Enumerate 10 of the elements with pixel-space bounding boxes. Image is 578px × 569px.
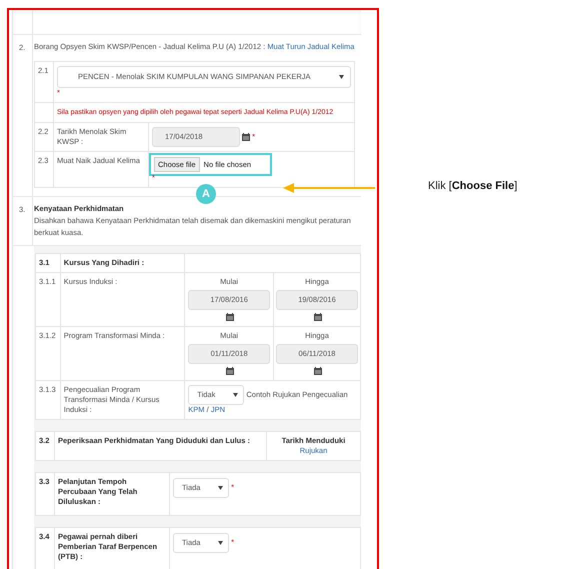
caret-icon: [233, 393, 238, 397]
caret-icon: [339, 75, 344, 79]
instruction-label: Klik [Choose File]: [428, 180, 518, 192]
caret-icon: [218, 486, 223, 490]
calendar-icon[interactable]: [242, 133, 250, 142]
calendar-icon[interactable]: [226, 313, 234, 322]
caret-icon: [218, 541, 223, 545]
calendar-icon[interactable]: [314, 367, 322, 376]
calendar-icon[interactable]: [314, 313, 322, 322]
calendar-icon[interactable]: [226, 367, 234, 376]
